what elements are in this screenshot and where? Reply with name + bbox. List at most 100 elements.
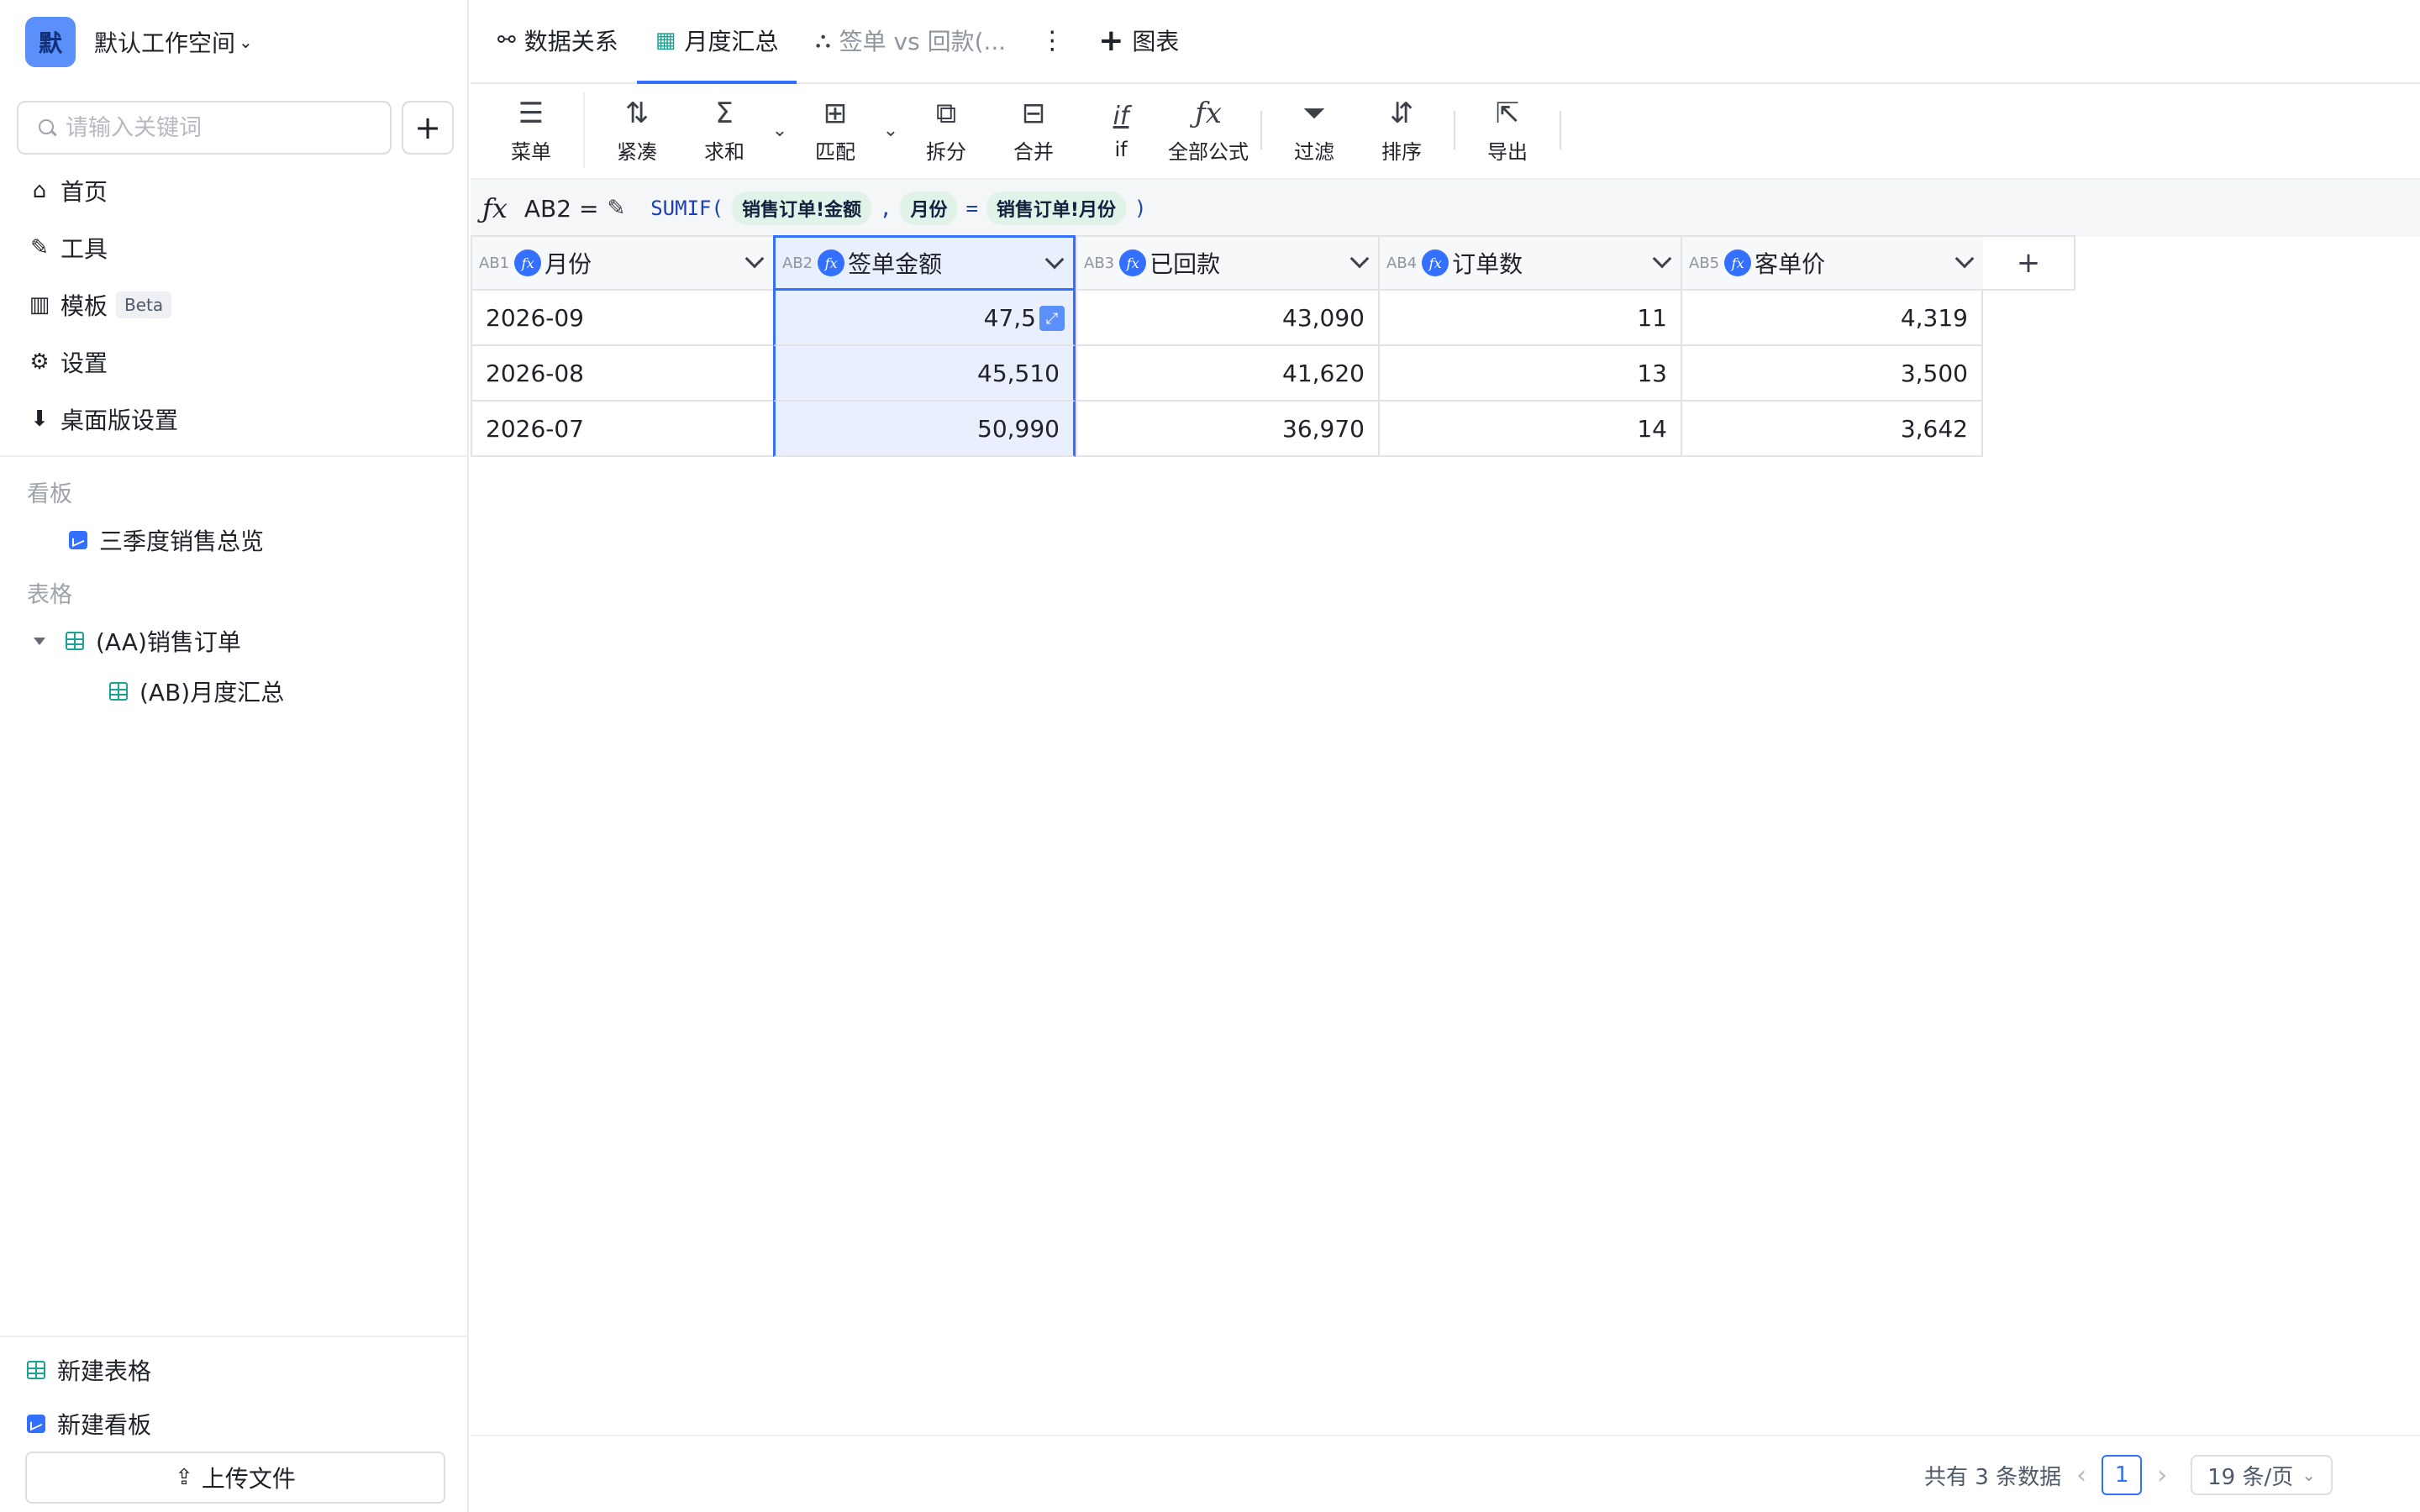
table-cell[interactable]: 45,510 (773, 346, 1076, 402)
tool-label: 拆分 (926, 139, 966, 164)
column-header[interactable]: AB3 fx 已回款 (1076, 235, 1378, 291)
tab-label: 签单 vs 回款(... (839, 28, 1007, 55)
formula-text[interactable]: SUMIF( 销售订单!金额 , 月份 = 销售订单!月份 ) (650, 192, 1146, 225)
toolbar-divider (1260, 111, 1262, 150)
column-name: 签单金额 (848, 250, 943, 278)
chevron-down-icon[interactable] (1954, 249, 1975, 269)
chevron-down-icon[interactable] (1349, 249, 1370, 269)
gear-icon: ⚙ (29, 349, 50, 375)
column-id: AB5 (1689, 254, 1720, 272)
chevron-left-icon[interactable]: ‹ (2076, 1461, 2086, 1490)
sidebar-bottom-divider (0, 1336, 469, 1337)
sort-icon: ⇵ (1389, 96, 1414, 130)
table-cell[interactable]: 2026-09 (471, 291, 773, 346)
menu-icon: ☰ (518, 96, 544, 130)
sum-dropdown-chevron-icon[interactable]: ⌄ (768, 84, 792, 176)
tree-item-table-ab[interactable]: (AB)月度汇总 (109, 672, 284, 711)
table-cell[interactable]: 2026-07 (471, 402, 773, 457)
menu-button[interactable]: ☰ 菜单 (487, 84, 575, 176)
match-icon: ⊞ (823, 96, 848, 130)
table-cell[interactable]: 41,620 (1076, 346, 1378, 402)
column-header[interactable]: AB1 fx 月份 (471, 235, 773, 291)
tool-label: 菜单 (511, 139, 551, 164)
page-number-button[interactable]: 1 (2102, 1455, 2143, 1495)
formula-bar[interactable]: ƒx AB2 = ✎ SUMIF( 销售订单!金额 , 月份 = 销售订单!月份… (471, 178, 2420, 237)
fx-icon: fx (1724, 249, 1752, 276)
all-formulas-button[interactable]: ƒx 全部公式 (1165, 84, 1252, 176)
tab-data-relations[interactable]: ⚯ 数据关系 (479, 0, 637, 82)
workspace-switcher[interactable]: 默 默认工作空间 ⌄ (25, 17, 253, 67)
new-dashboard-button[interactable]: 新建看板 (27, 1404, 151, 1443)
table-cell[interactable]: 36,970 (1076, 402, 1378, 457)
compact-button[interactable]: ⇅ 紧凑 (593, 84, 681, 176)
search-box[interactable] (17, 101, 392, 155)
table-icon: ▦ (655, 28, 676, 53)
header-row: AB1 fx 月份 AB2 fx 签单金额 AB3 fx 已回款 AB4 fx … (471, 235, 2075, 291)
tool-label: 紧凑 (617, 139, 657, 164)
merge-icon: ⊟ (1021, 96, 1046, 130)
sidebar-item-tools[interactable]: ✎ 工具 (25, 227, 108, 269)
tab-monthly-summary[interactable]: ▦ 月度汇总 (636, 0, 797, 84)
filter-icon: ⏷ (1302, 96, 1326, 130)
section-label-tables: 表格 (27, 582, 72, 608)
expand-icon[interactable]: ⤢ (1039, 306, 1065, 331)
tree-item-table-aa[interactable]: (AA)销售订单 (34, 622, 241, 660)
section-label-dashboards: 看板 (27, 481, 72, 507)
caret-down-icon[interactable] (34, 637, 45, 645)
new-table-button[interactable]: 新建表格 (27, 1351, 151, 1389)
column-header[interactable]: AB5 fx 客单价 (1681, 235, 1983, 291)
column-header[interactable]: AB2 fx 签单金额 (773, 235, 1076, 291)
column-header[interactable]: AB4 fx 订单数 (1378, 235, 1681, 291)
sum-button[interactable]: Σ 求和 (681, 84, 768, 176)
sidebar-item-desktop-settings[interactable]: ⬇ 桌面版设置 (25, 398, 178, 440)
table-row: 2026-07 50,990 36,970 14 3,642 (471, 402, 1983, 457)
sum-icon: Σ (715, 96, 734, 130)
chevron-right-icon[interactable]: › (2157, 1461, 2167, 1490)
add-column-button[interactable]: + (1983, 235, 2075, 291)
tree-item-label: (AB)月度汇总 (139, 679, 285, 706)
match-dropdown-chevron-icon[interactable]: ⌄ (879, 84, 902, 176)
sort-button[interactable]: ⇵ 排序 (1358, 84, 1445, 176)
sidebar-item-settings[interactable]: ⚙ 设置 (25, 341, 108, 383)
page-size-select[interactable]: 19 条/页 ⌄ (2191, 1455, 2333, 1495)
sidebar-item-home[interactable]: ⌂ 首页 (25, 170, 108, 212)
split-button[interactable]: ⧉ 拆分 (902, 84, 990, 176)
table-cell-active[interactable]: 47,5 ⤢ (773, 291, 1076, 346)
table-cell[interactable]: 4,319 (1681, 291, 1983, 346)
chevron-down-icon: ⌄ (239, 32, 253, 52)
tree-item-label: (AA)销售订单 (96, 628, 241, 656)
merge-button[interactable]: ⊟ 合并 (990, 84, 1077, 176)
tree-item-dashboard[interactable]: 三季度销售总览 (69, 521, 264, 559)
table-icon (66, 632, 84, 650)
table-cell[interactable]: 50,990 (773, 402, 1076, 457)
sidebar-item-templates[interactable]: ▥ 模板 Beta (25, 284, 172, 326)
table-cell[interactable]: 2026-08 (471, 346, 773, 402)
add-button[interactable]: + (402, 101, 454, 155)
cell-reference: AB2 = (523, 194, 599, 223)
filter-button[interactable]: ⏷ 过滤 (1270, 84, 1358, 176)
more-icon[interactable]: ⋮ (1024, 0, 1080, 82)
edit-icon[interactable]: ✎ (607, 196, 625, 221)
table-cell[interactable]: 43,090 (1076, 291, 1378, 346)
table-cell[interactable]: 3,500 (1681, 346, 1983, 402)
chevron-down-icon[interactable] (1044, 249, 1065, 270)
table-cell[interactable]: 13 (1378, 346, 1681, 402)
search-input[interactable] (66, 114, 385, 141)
if-button[interactable]: if if (1077, 84, 1165, 176)
formula-equals: = (965, 197, 978, 220)
table-cell[interactable]: 14 (1378, 402, 1681, 457)
add-chart-button[interactable]: + 图表 (1080, 0, 1197, 82)
upload-file-button[interactable]: ⇪ 上传文件 (25, 1452, 445, 1504)
tree-item-label: 三季度销售总览 (99, 528, 265, 555)
table-cell[interactable]: 11 (1378, 291, 1681, 346)
chevron-down-icon[interactable] (1652, 249, 1672, 269)
table-cell[interactable]: 3,642 (1681, 402, 1983, 457)
fx-icon: fx (1422, 249, 1449, 276)
chevron-down-icon[interactable] (744, 249, 765, 269)
match-button[interactable]: ⊞ 匹配 (792, 84, 879, 176)
upload-label: 上传文件 (201, 1465, 296, 1493)
tab-chart-sign-vs-payment[interactable]: ⛬ 签单 vs 回款(... (797, 0, 1024, 82)
column-name: 已回款 (1150, 250, 1221, 278)
formula-close: ) (1134, 197, 1147, 220)
export-button[interactable]: ⇱ 导出 (1464, 84, 1551, 176)
